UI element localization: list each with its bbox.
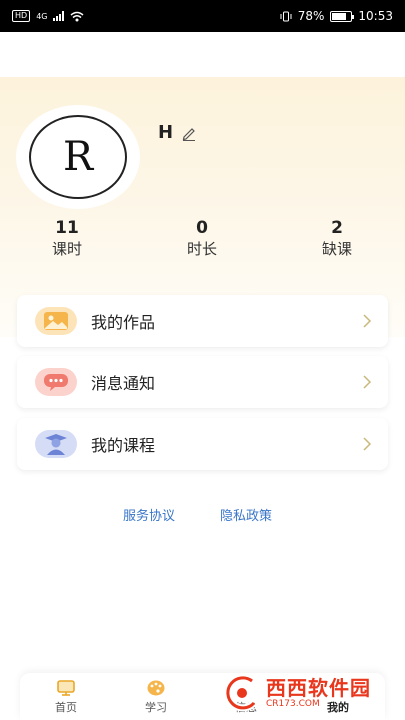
header-area (0, 32, 405, 77)
stat-value: 0 (196, 218, 208, 238)
stat-value: 11 (55, 218, 79, 238)
stat-absences[interactable]: 2 缺课 (297, 218, 377, 260)
battery-fill (332, 12, 347, 20)
battery-icon (330, 10, 355, 22)
menu-notifications[interactable]: 消息通知 (17, 356, 388, 408)
stat-lessons[interactable]: 11 课时 (27, 218, 107, 260)
clock: 10:53 (358, 9, 393, 23)
username-row[interactable]: H (158, 122, 197, 143)
watermark: 西西软件园 CR173.COM (222, 670, 382, 716)
signal-icon (53, 11, 65, 21)
service-agreement-link[interactable]: 服务协议 (123, 505, 175, 524)
edit-icon[interactable] (181, 125, 197, 141)
chevron-right-icon (363, 375, 372, 389)
wifi-icon (71, 11, 84, 21)
chevron-right-icon (363, 437, 372, 451)
tab-label: 学习 (145, 701, 167, 714)
network-type: 4G (36, 11, 48, 21)
status-bar: HD 4G 78% 10:53 (0, 0, 405, 32)
message-icon (35, 368, 77, 396)
stat-label: 课时 (51, 240, 82, 258)
stat-label: 时长 (186, 240, 217, 258)
status-left: HD 4G (12, 10, 84, 22)
username: H (158, 122, 174, 143)
image-icon (35, 307, 77, 335)
tab-home[interactable]: 首页 (36, 679, 96, 715)
hd-badge: HD (12, 10, 31, 22)
watermark-sub: CR173.COM (266, 698, 320, 709)
watermark-logo-icon (224, 674, 257, 712)
stat-duration[interactable]: 0 时长 (162, 218, 242, 260)
student-icon (35, 430, 77, 458)
battery-percent: 78% (297, 9, 325, 23)
tab-study[interactable]: 学习 (126, 679, 186, 715)
stat-value: 2 (331, 218, 343, 238)
menu-label: 我的课程 (91, 436, 156, 455)
chevron-right-icon (363, 314, 372, 328)
home-icon (36, 679, 96, 697)
avatar[interactable]: R (16, 105, 140, 209)
tab-label: 首页 (55, 701, 77, 714)
watermark-main: 西西软件园 (266, 675, 371, 700)
avatar-letter: R (29, 115, 127, 199)
watermark-text: 西西软件园 CR173.COM (266, 677, 371, 710)
vibrate-icon (280, 11, 292, 21)
privacy-policy-link[interactable]: 隐私政策 (220, 505, 272, 524)
menu-label: 消息通知 (91, 374, 156, 393)
palette-icon (126, 679, 186, 697)
status-right: 78% 10:53 (280, 9, 393, 23)
menu-my-courses[interactable]: 我的课程 (17, 418, 388, 470)
menu-my-works[interactable]: 我的作品 (17, 295, 388, 347)
menu-label: 我的作品 (91, 313, 156, 332)
stat-label: 缺课 (321, 240, 352, 258)
footer-links: 服务协议 隐私政策 (0, 505, 405, 525)
